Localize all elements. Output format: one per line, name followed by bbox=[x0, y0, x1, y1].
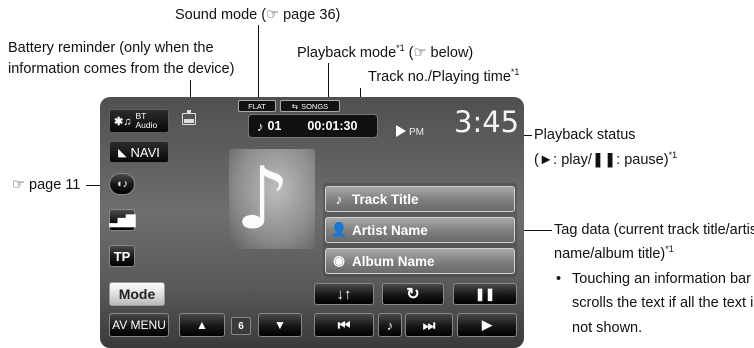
av-menu-label: AV MENU bbox=[112, 318, 166, 332]
footnote-mark: *1 bbox=[668, 150, 678, 161]
repeat-icon: ↻ bbox=[406, 286, 420, 303]
disc-icon: ◉ bbox=[333, 253, 345, 268]
tag-data-line1: Tag data (current track title/artist bbox=[554, 222, 754, 238]
up-arrow-icon: ▲ bbox=[196, 318, 208, 332]
person-icon: 👤 bbox=[330, 222, 348, 237]
playback-status-line2: (►: play/❚❚: pause)*1 bbox=[534, 150, 677, 170]
shuffle-button[interactable]: ↓↑ bbox=[314, 283, 374, 305]
note-line2: scrolls the text if all the text is bbox=[572, 295, 754, 311]
artist-name: Artist Name bbox=[352, 222, 428, 238]
play-status-icon bbox=[396, 125, 406, 137]
source-button[interactable]: ✱♫ BT Audio bbox=[109, 109, 169, 133]
track-title-bar[interactable]: ♪ Track Title bbox=[325, 186, 515, 212]
sound-icon: ◖♪ bbox=[115, 178, 129, 190]
music-list-button[interactable]: ♪ bbox=[378, 313, 402, 337]
track-time-callout: Track no./Playing time*1 bbox=[368, 67, 519, 87]
down-arrow-icon: ▼ bbox=[274, 318, 286, 332]
next-icon: ⏭ bbox=[422, 316, 436, 333]
artist-name-bar[interactable]: 👤 Artist Name bbox=[325, 217, 515, 243]
battery-callout-line1: Battery reminder (only when the bbox=[8, 40, 214, 56]
track-title: Track Title bbox=[352, 191, 419, 207]
album-art: ♪ bbox=[229, 149, 315, 249]
battery-icon bbox=[182, 110, 196, 125]
shuffle-icon: ↓↑ bbox=[336, 285, 352, 303]
footnote-mark: *1 bbox=[665, 244, 674, 255]
mode-label: Mode bbox=[118, 286, 156, 302]
battery-callout-line2: information comes from the device) bbox=[8, 61, 235, 77]
track-time-display: ♪ 01 00:01:30 bbox=[248, 114, 378, 138]
navi-label: NAVI bbox=[130, 144, 160, 160]
playback-status-line1: Playback status bbox=[534, 127, 636, 143]
previous-icon: ⏮ bbox=[337, 316, 351, 333]
next-track-button[interactable]: ⏭ bbox=[405, 313, 453, 337]
page-down-button[interactable]: ▼ bbox=[258, 313, 302, 337]
tp-label: TP bbox=[113, 248, 131, 264]
playback-mode-label: Playback mode bbox=[297, 45, 397, 61]
clock-time: 3:45 bbox=[454, 105, 520, 139]
av-menu-button[interactable]: AV MENU bbox=[109, 313, 169, 337]
navi-button[interactable]: ◣ NAVI bbox=[109, 141, 169, 163]
device-screen: ✱♫ BT Audio FLAT ⇆ SONGS ♪ 01 00:01:30 PM… bbox=[100, 97, 524, 348]
page-up-button[interactable]: ▲ bbox=[179, 313, 225, 337]
play-button[interactable]: ▶ bbox=[457, 313, 517, 337]
sound-mode-callout: Sound mode (☞ page 36) bbox=[175, 7, 341, 23]
album-name: Album Name bbox=[352, 253, 435, 269]
note-line1: Touching an information bar bbox=[572, 271, 751, 287]
music-note-icon: ♪ bbox=[235, 149, 290, 249]
equalizer-icon: ▂▅▇ bbox=[109, 213, 136, 227]
navi-arrow-icon: ◣ bbox=[118, 146, 127, 159]
repeat-mode-badge: ⇆ SONGS bbox=[280, 100, 340, 112]
page-number-indicator: 6 bbox=[231, 317, 251, 335]
track-number: 01 bbox=[267, 119, 282, 133]
footnote-mark: *1 bbox=[510, 67, 520, 78]
bt-audio-icon: ✱♫ bbox=[114, 115, 132, 128]
music-note-icon: ♪ bbox=[257, 118, 264, 134]
music-note-icon: ♪ bbox=[386, 317, 394, 333]
album-name-bar[interactable]: ◉ Album Name bbox=[325, 248, 515, 274]
footnote-mark: *1 bbox=[396, 43, 405, 54]
pause-icon: ❚❚ bbox=[474, 287, 496, 301]
repeat-mode-label: SONGS bbox=[301, 101, 329, 111]
sound-mode-badge: FLAT bbox=[238, 100, 276, 112]
source-label-line2: Audio bbox=[135, 120, 158, 130]
playback-mode-callout: Playback mode*1 (☞ below) bbox=[297, 43, 473, 63]
track-time-label: Track no./Playing time bbox=[368, 69, 511, 85]
clock-ampm: PM bbox=[409, 127, 424, 138]
tag-data-line2: name/album title)*1 bbox=[554, 244, 674, 264]
repeat-mode-icon: ⇆ bbox=[291, 101, 299, 111]
equalizer-button[interactable]: ▂▅▇ bbox=[109, 209, 135, 231]
note-bullet: • bbox=[556, 271, 562, 287]
playback-mode-ref: (☞ below) bbox=[404, 45, 474, 61]
play-icon: ▶ bbox=[482, 317, 492, 332]
playing-time: 00:01:30 bbox=[307, 119, 358, 133]
page-number: 6 bbox=[238, 320, 244, 332]
playback-status-label: (►: play/❚❚: pause) bbox=[534, 152, 669, 168]
tag-data-label: name/album title) bbox=[554, 246, 666, 262]
mode-button[interactable]: Mode bbox=[109, 282, 165, 306]
sound-button[interactable]: ◖♪ bbox=[109, 173, 135, 195]
page-ref-callout: ☞ page 11 bbox=[12, 177, 81, 193]
pause-button[interactable]: ❚❚ bbox=[453, 283, 517, 305]
previous-track-button[interactable]: ⏮ bbox=[314, 313, 374, 337]
music-note-icon: ♪ bbox=[335, 191, 343, 207]
note-line3: not shown. bbox=[572, 320, 643, 336]
tp-button[interactable]: TP bbox=[109, 245, 135, 267]
repeat-button[interactable]: ↻ bbox=[382, 283, 444, 305]
